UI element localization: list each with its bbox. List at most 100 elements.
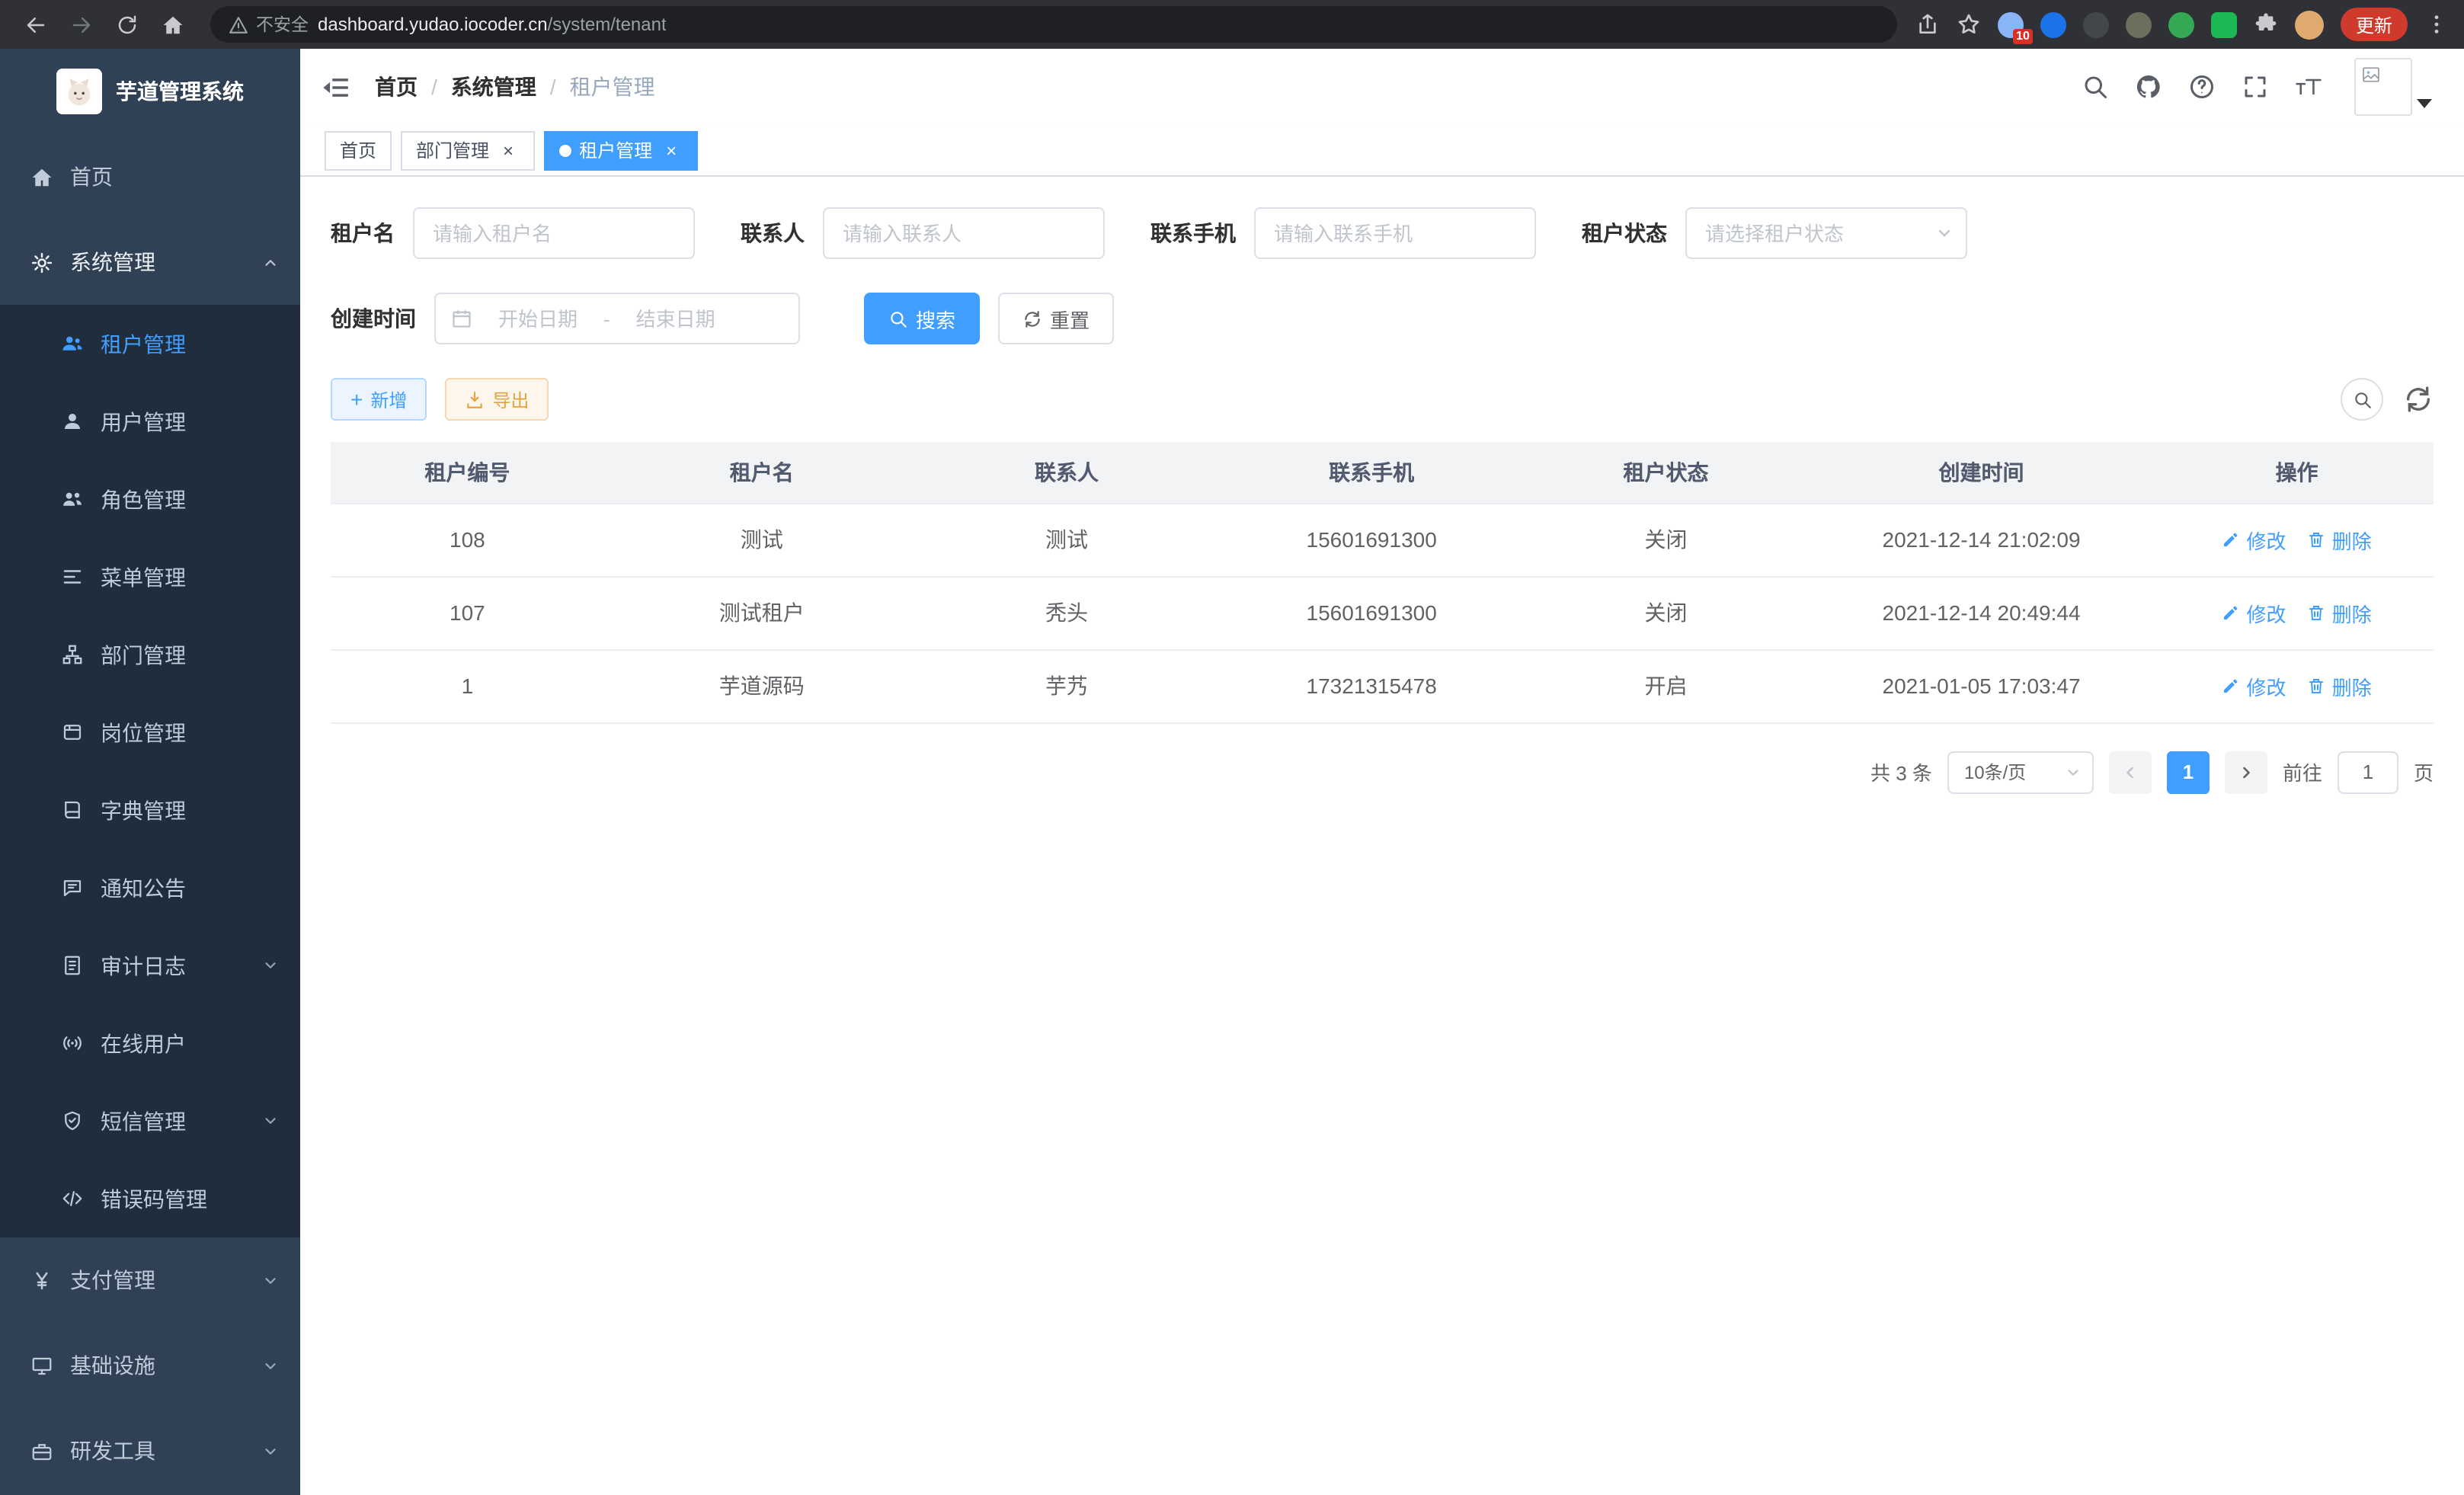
- reset-button[interactable]: 重置: [998, 293, 1114, 344]
- sidebar-item-menu[interactable]: 菜单管理: [0, 538, 300, 616]
- breadcrumb-item: 租户管理: [570, 72, 655, 102]
- share-icon[interactable]: [1915, 12, 1940, 37]
- edit-link[interactable]: 修改: [2222, 671, 2286, 700]
- close-icon[interactable]: ×: [660, 139, 683, 162]
- cell-contact: 秃头: [920, 576, 1214, 649]
- pagination: 共 3 条 10条/页 1 前往 页: [331, 751, 2434, 793]
- font-size-icon[interactable]: [2295, 73, 2322, 101]
- search-button[interactable]: 搜索: [864, 293, 980, 344]
- extension-icon-5[interactable]: [2168, 11, 2194, 37]
- date-start-input[interactable]: [478, 307, 597, 330]
- sidebar-item-label: 短信管理: [101, 1106, 262, 1136]
- security-indicator[interactable]: 不安全: [229, 12, 309, 37]
- chevron-up-icon: [262, 254, 279, 271]
- status-select-input[interactable]: [1685, 207, 1967, 259]
- browser-home-button[interactable]: [152, 5, 192, 44]
- delete-link-label: 删除: [2332, 671, 2372, 700]
- table-column-header: 联系手机: [1214, 442, 1529, 503]
- table-row: 108测试测试15601691300关闭2021-12-14 21:02:09修…: [331, 503, 2434, 576]
- edit-link[interactable]: 修改: [2222, 598, 2286, 627]
- breadcrumb-item[interactable]: 首页: [375, 72, 418, 102]
- browser-forward-button[interactable]: [61, 5, 101, 44]
- tenant-table: 租户编号租户名联系人联系手机租户状态创建时间操作 108测试测试15601691…: [331, 442, 2434, 723]
- extensions-puzzle-icon[interactable]: [2254, 12, 2278, 37]
- table-column-header: 租户编号: [331, 442, 604, 503]
- sidebar-item-pay[interactable]: 支付管理: [0, 1237, 300, 1323]
- toggle-search-button[interactable]: [2341, 378, 2383, 421]
- prev-page-button[interactable]: [2109, 751, 2152, 793]
- sidebar-item-error-code[interactable]: 错误码管理: [0, 1160, 300, 1237]
- chevron-down-icon: [262, 1357, 279, 1374]
- sidebar-item-online-user[interactable]: 在线用户: [0, 1004, 300, 1082]
- export-button[interactable]: 导出: [445, 378, 549, 421]
- sidebar: 芋道管理系统 首页系统管理租户管理用户管理角色管理菜单管理部门管理岗位管理字典管…: [0, 49, 300, 1495]
- help-icon[interactable]: [2188, 73, 2216, 101]
- sidebar-item-role[interactable]: 角色管理: [0, 460, 300, 538]
- delete-link[interactable]: 删除: [2308, 598, 2372, 627]
- bookmark-star-icon[interactable]: [1957, 12, 1981, 37]
- sidebar-item-post[interactable]: 岗位管理: [0, 693, 300, 771]
- tag-home[interactable]: 首页: [325, 130, 392, 170]
- sidebar-item-dev-tool[interactable]: 研发工具: [0, 1408, 300, 1493]
- sidebar-toggle-icon[interactable]: [322, 72, 350, 101]
- sidebar-item-sms[interactable]: 短信管理: [0, 1082, 300, 1160]
- sidebar-item-notice[interactable]: 通知公告: [0, 849, 300, 927]
- fullscreen-icon[interactable]: [2242, 73, 2269, 101]
- extension-icon-3[interactable]: [2083, 11, 2109, 37]
- delete-link[interactable]: 删除: [2308, 671, 2372, 700]
- address-bar[interactable]: 不安全 dashboard.yudao.iocoder.cn/system/te…: [210, 6, 1897, 43]
- contact-input[interactable]: [823, 207, 1105, 259]
- browser-back-button[interactable]: [15, 5, 55, 44]
- sidebar-item-tenant[interactable]: 租户管理: [0, 305, 300, 383]
- extension-icon-4[interactable]: [2126, 11, 2152, 37]
- close-icon[interactable]: ×: [497, 139, 520, 162]
- sidebar-item-system[interactable]: 系统管理: [0, 219, 300, 305]
- browser-menu-icon[interactable]: [2424, 12, 2449, 37]
- browser-profile-avatar[interactable]: [2295, 10, 2324, 39]
- sidebar-item-dict[interactable]: 字典管理: [0, 771, 300, 849]
- breadcrumb-item[interactable]: 系统管理: [451, 72, 536, 102]
- extension-icon-2[interactable]: [2040, 11, 2066, 37]
- browser-reload-button[interactable]: [107, 5, 146, 44]
- url-text: dashboard.yudao.iocoder.cn/system/tenant: [318, 14, 667, 35]
- tag-dept[interactable]: 部门管理×: [401, 130, 535, 170]
- page-1-button[interactable]: 1: [2167, 751, 2210, 793]
- tag-tenant[interactable]: 租户管理×: [544, 130, 698, 170]
- chevron-down-icon: [262, 1112, 279, 1129]
- infra-icon: [30, 1354, 53, 1377]
- status-select[interactable]: [1685, 207, 1967, 259]
- sidebar-item-infra[interactable]: 基础设施: [0, 1323, 300, 1408]
- avatar-caret-down-icon[interactable]: [2417, 99, 2432, 108]
- date-end-input[interactable]: [616, 307, 735, 330]
- add-button-label: 新增: [370, 386, 407, 412]
- header-search-icon[interactable]: [2082, 73, 2109, 101]
- phone-input[interactable]: [1254, 207, 1536, 259]
- refresh-table-button[interactable]: [2403, 384, 2434, 415]
- github-icon[interactable]: [2135, 73, 2162, 101]
- forward-icon: [69, 13, 92, 36]
- cell-actions: 修改删除: [2160, 576, 2434, 649]
- extension-icon-6[interactable]: [2211, 11, 2237, 37]
- chrome-update-button[interactable]: 更新: [2341, 8, 2408, 41]
- edit-link[interactable]: 修改: [2222, 525, 2286, 554]
- sidebar-item-audit-log[interactable]: 审计日志: [0, 927, 300, 1004]
- extension-icon-1[interactable]: 10: [1998, 11, 2024, 37]
- breadcrumb-separator: /: [550, 75, 556, 99]
- sidebar-item-home[interactable]: 首页: [0, 134, 300, 219]
- page-size-select[interactable]: 10条/页: [1947, 751, 2094, 793]
- delete-link[interactable]: 删除: [2308, 525, 2372, 554]
- log-icon: [61, 954, 84, 977]
- goto-label: 前往: [2283, 757, 2322, 786]
- user-avatar[interactable]: [2354, 58, 2412, 116]
- sidebar-item-user[interactable]: 用户管理: [0, 383, 300, 460]
- goto-page-input[interactable]: [2338, 751, 2398, 793]
- tenant-name-input[interactable]: [413, 207, 695, 259]
- export-button-label: 导出: [492, 386, 529, 412]
- date-range-picker[interactable]: -: [434, 293, 800, 344]
- add-button[interactable]: + 新增: [331, 378, 427, 421]
- app-logo[interactable]: 芋道管理系统: [0, 49, 300, 134]
- sidebar-item-dept[interactable]: 部门管理: [0, 616, 300, 693]
- logo-avatar-icon: [61, 73, 98, 110]
- plus-icon: +: [350, 389, 363, 410]
- next-page-button[interactable]: [2225, 751, 2267, 793]
